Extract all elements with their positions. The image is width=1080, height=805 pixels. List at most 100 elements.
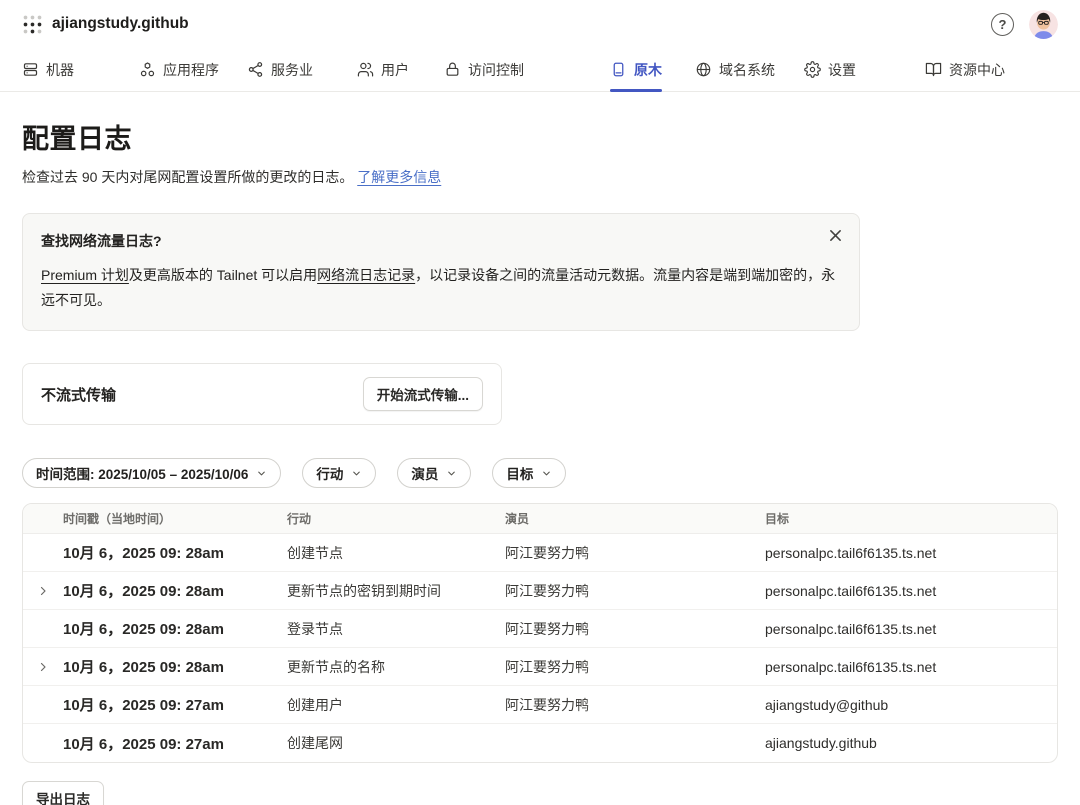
config-log-table: 时间戳（当地时间） 行动 演员 目标 10月 6，2025 09: 28am 创… [22, 503, 1058, 763]
main-content: 配置日志 检查过去 90 天内对尾网配置设置所做的更改的日志。 了解更多信息 查… [0, 117, 1080, 805]
table-row[interactable]: 10月 6，2025 09: 28am 更新节点的密钥到期时间 阿江要努力鸭 p… [23, 572, 1057, 610]
table-row[interactable]: 10月 6，2025 09: 28am 更新节点的名称 阿江要努力鸭 perso… [23, 648, 1057, 686]
cell-action: 更新节点的名称 [287, 657, 505, 677]
banner-body: Premium 计划及更高版本的 Tailnet 可以启用网络流日志记录，以记录… [41, 263, 836, 313]
lock-icon [444, 61, 461, 78]
col-action: 行动 [287, 510, 505, 527]
start-streaming-button[interactable]: 开始流式传输... [363, 377, 483, 411]
cell-action: 登录节点 [287, 619, 505, 639]
cell-actor: 阿江要努力鸭 [505, 581, 765, 601]
chevron-down-icon [541, 468, 552, 479]
table-row[interactable]: 10月 6，2025 09: 28am 创建节点 阿江要努力鸭 personal… [23, 534, 1057, 572]
page-title: 配置日志 [22, 117, 1058, 156]
nav-item-logs[interactable]: 原木 [610, 48, 662, 91]
actor-filter-label: 演员 [411, 463, 438, 483]
nav-item-resource-center[interactable]: 资源中心 [925, 48, 1005, 91]
target-filter-label: 目标 [506, 463, 533, 483]
log-book-icon [610, 61, 627, 78]
action-filter[interactable]: 行动 [302, 458, 376, 488]
cell-timestamp: 10月 6，2025 09: 28am [63, 656, 287, 677]
nav-label: 应用程序 [163, 60, 219, 80]
cell-target: personalpc.tail6f6135.ts.net [765, 621, 1057, 637]
cell-target: personalpc.tail6f6135.ts.net [765, 545, 1057, 561]
nav-label: 机器 [46, 60, 74, 80]
gear-icon [804, 61, 821, 78]
main-nav: 机器 应用程序 服务业 用户 访问控制 原木 [0, 48, 1080, 92]
cell-target: personalpc.tail6f6135.ts.net [765, 659, 1057, 675]
avatar[interactable] [1029, 10, 1058, 39]
cell-target: ajiangstudy@github [765, 697, 1057, 713]
table-row[interactable]: 10月 6，2025 09: 28am 登录节点 阿江要努力鸭 personal… [23, 610, 1057, 648]
filter-bar: 时间范围: 2025/10/05 – 2025/10/06 行动 演员 目标 [22, 458, 1058, 488]
date-range-label: 时间范围: 2025/10/05 – 2025/10/06 [36, 463, 248, 483]
chevron-down-icon [351, 468, 362, 479]
cell-timestamp: 10月 6，2025 09: 27am [63, 694, 287, 715]
nav-item-services[interactable]: 服务业 [247, 48, 313, 91]
cell-action: 创建节点 [287, 543, 505, 563]
nav-label: 资源中心 [949, 60, 1005, 80]
nav-label: 访问控制 [468, 60, 524, 80]
nav-item-access-controls[interactable]: 访问控制 [444, 48, 524, 91]
chevron-down-icon [256, 468, 267, 479]
cell-timestamp: 10月 6，2025 09: 28am [63, 618, 287, 639]
chevron-right-icon[interactable] [37, 585, 49, 597]
learn-more-link[interactable]: 了解更多信息 [357, 169, 441, 185]
dot-grid-logo-icon [22, 14, 43, 35]
top-bar: ajiangstudy.github ? [0, 0, 1080, 48]
cell-target: personalpc.tail6f6135.ts.net [765, 583, 1057, 599]
nav-item-users[interactable]: 用户 [357, 48, 409, 91]
nav-label: 设置 [828, 60, 856, 80]
date-range-filter[interactable]: 时间范围: 2025/10/05 – 2025/10/06 [22, 458, 281, 488]
nav-item-dns[interactable]: 域名系统 [695, 48, 775, 91]
export-logs-button[interactable]: 导出日志 [22, 781, 104, 805]
col-timestamp: 时间戳（当地时间） [63, 510, 287, 527]
nav-label: 域名系统 [719, 60, 775, 80]
banner-text-1: 及更高版本的 Tailnet 可以启用 [129, 267, 317, 283]
cell-actor: 阿江要努力鸭 [505, 543, 765, 563]
chevron-right-icon[interactable] [37, 661, 49, 673]
actor-filter[interactable]: 演员 [397, 458, 471, 488]
subtitle-text: 检查过去 90 天内对尾网配置设置所做的更改的日志。 [22, 169, 353, 185]
page-subtitle: 检查过去 90 天内对尾网配置设置所做的更改的日志。 了解更多信息 [22, 167, 1058, 187]
cell-action: 创建用户 [287, 695, 505, 715]
col-actor: 演员 [505, 510, 765, 527]
table-row[interactable]: 10月 6，2025 09: 27am 创建用户 阿江要努力鸭 ajiangst… [23, 686, 1057, 724]
cell-actor: 阿江要努力鸭 [505, 657, 765, 677]
log-streaming-card: 不流式传输 开始流式传输... [22, 363, 502, 425]
cell-actor: 阿江要努力鸭 [505, 695, 765, 715]
streaming-status: 不流式传输 [41, 384, 116, 405]
close-icon[interactable] [829, 229, 842, 242]
open-book-icon [925, 61, 942, 78]
action-filter-label: 行动 [316, 463, 343, 483]
globe-icon [695, 61, 712, 78]
premium-plan-link[interactable]: Premium 计划 [41, 267, 129, 283]
users-icon [357, 61, 374, 78]
nav-label: 原木 [634, 60, 662, 80]
nav-item-apps[interactable]: 应用程序 [139, 48, 219, 91]
chevron-down-icon [446, 468, 457, 479]
network-flow-banner: 查找网络流量日志? Premium 计划及更高版本的 Tailnet 可以启用网… [22, 213, 860, 331]
cell-timestamp: 10月 6，2025 09: 27am [63, 733, 287, 754]
help-icon[interactable]: ? [991, 13, 1014, 36]
cell-target: ajiangstudy.github [765, 735, 1057, 751]
nav-label: 服务业 [271, 60, 313, 80]
share-nodes-icon [247, 61, 264, 78]
brand: ajiangstudy.github [22, 14, 189, 35]
org-name: ajiangstudy.github [52, 15, 189, 33]
target-filter[interactable]: 目标 [492, 458, 566, 488]
network-flow-logs-link[interactable]: 网络流日志记录 [317, 267, 415, 283]
banner-title: 查找网络流量日志? [41, 231, 841, 251]
nav-item-machines[interactable]: 机器 [22, 48, 74, 91]
table-header: 时间戳（当地时间） 行动 演员 目标 [23, 504, 1057, 534]
nav-label: 用户 [381, 60, 409, 80]
server-icon [22, 61, 39, 78]
cell-timestamp: 10月 6，2025 09: 28am [63, 580, 287, 601]
cell-action: 创建尾网 [287, 733, 505, 753]
cell-actor: 阿江要努力鸭 [505, 619, 765, 639]
cell-action: 更新节点的密钥到期时间 [287, 581, 505, 601]
apps-icon [139, 61, 156, 78]
nav-item-settings[interactable]: 设置 [804, 48, 856, 91]
cell-timestamp: 10月 6，2025 09: 28am [63, 542, 287, 563]
col-target: 目标 [765, 510, 1057, 527]
table-row[interactable]: 10月 6，2025 09: 27am 创建尾网 ajiangstudy.git… [23, 724, 1057, 762]
